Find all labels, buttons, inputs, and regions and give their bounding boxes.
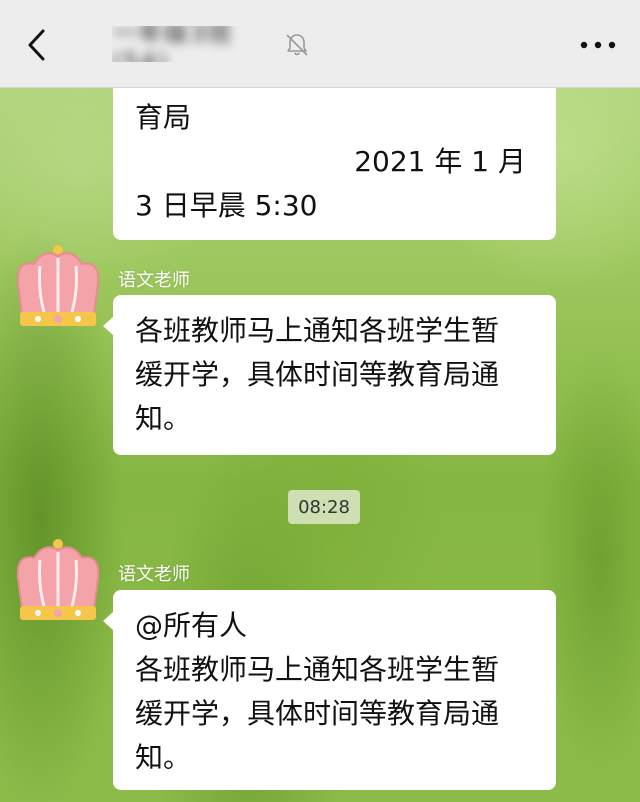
message-bubble[interactable]: 育局 2021 年 1 月 3 日早晨 5:30 bbox=[113, 88, 556, 240]
message-line: 缓开学，具体时间等教育局通 bbox=[135, 697, 500, 730]
mention-line: @所有人 bbox=[135, 609, 248, 642]
message-line: 育局 bbox=[135, 101, 192, 134]
message-line: 缓开学，具体时间等教育局通 bbox=[135, 358, 500, 391]
chat-header: 一年级3班(54) bbox=[0, 0, 640, 88]
message-bubble[interactable]: @所有人 各班教师马上通知各班学生暂 缓开学，具体时间等教育局通 知。 bbox=[103, 590, 556, 790]
mute-bell-icon bbox=[286, 34, 308, 56]
back-button[interactable] bbox=[20, 28, 54, 62]
message-line: 3 日早晨 5:30 bbox=[135, 189, 318, 222]
message-bubble[interactable]: 各班教师马上通知各班学生暂 缓开学，具体时间等教育局通 知。 bbox=[103, 295, 556, 455]
message-line: 知。 bbox=[135, 402, 192, 435]
sender-name: 语文老师 bbox=[118, 270, 190, 291]
chat-title: 一年级3班(54) bbox=[112, 26, 278, 62]
back-chevron-icon bbox=[28, 29, 45, 61]
message-line: 各班教师马上通知各班学生暂 bbox=[135, 314, 500, 347]
time-separator: 08:28 bbox=[288, 490, 360, 524]
crown-avatar[interactable] bbox=[10, 536, 106, 632]
crown-avatar[interactable] bbox=[10, 242, 106, 338]
message-line: 各班教师马上通知各班学生暂 bbox=[135, 653, 500, 686]
chat-title-text: 一年级3班(54) bbox=[112, 26, 234, 62]
message-line: 2021 年 1 月 bbox=[354, 145, 526, 178]
message-line: 知。 bbox=[135, 741, 192, 774]
more-dots-icon bbox=[580, 41, 616, 49]
sender-name: 语文老师 bbox=[118, 564, 190, 585]
more-button[interactable] bbox=[578, 30, 618, 60]
